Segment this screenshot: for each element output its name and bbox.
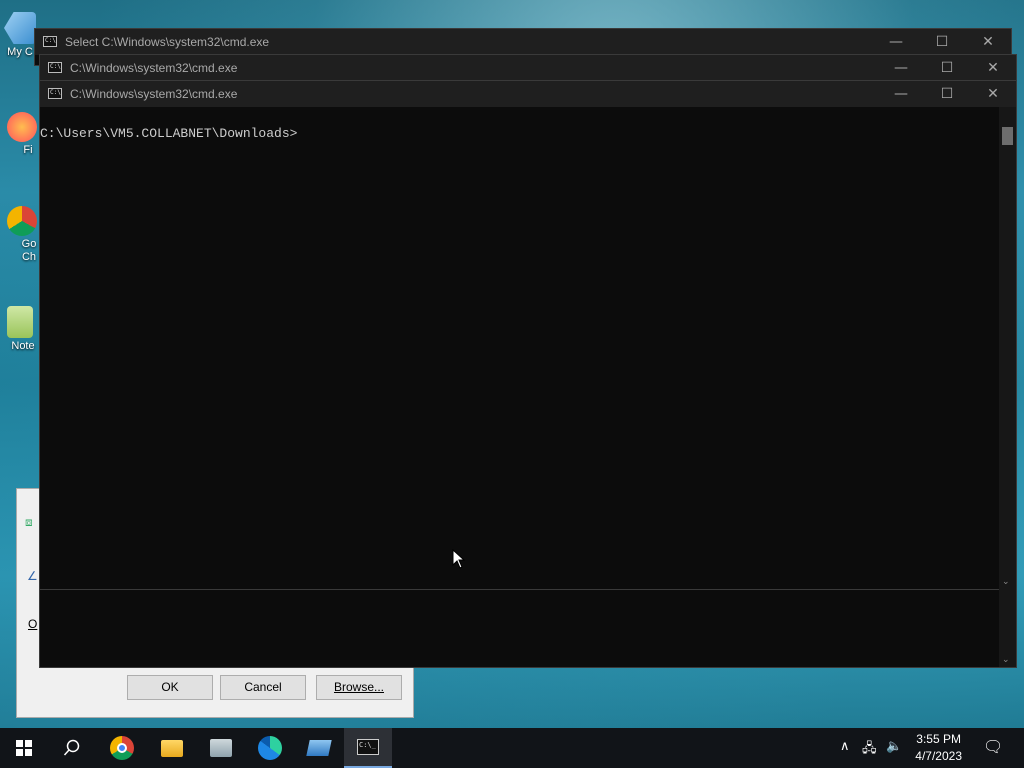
console-scrollbar[interactable]: ⌄ <box>999 107 1016 589</box>
console-prompt: C:\Users\VM5.COLLABNET\Downloads> <box>40 126 298 141</box>
desktop-icon-label: Fi <box>23 144 33 156</box>
cmd-icon: C:\ <box>43 36 57 47</box>
desktop-icon-google-chrome[interactable]: Go Ch <box>2 206 42 264</box>
dialog-partial-link[interactable]: O <box>28 617 37 631</box>
mouse-cursor-icon <box>452 549 466 569</box>
cmd-icon: C:\_ <box>357 739 379 755</box>
desktop-icon-firefox[interactable]: Fi <box>2 112 42 156</box>
dialog-icon: ∠ <box>27 569 38 583</box>
titlebar[interactable]: C:\ C:\Windows\system32\cmd.exe — ☐ ✕ <box>40 55 1016 81</box>
chrome-icon <box>110 736 134 760</box>
taskbar-remote-desktop[interactable] <box>295 728 343 768</box>
start-button[interactable] <box>0 728 48 768</box>
close-button[interactable]: ✕ <box>970 55 1016 81</box>
minimize-button[interactable]: — <box>878 55 924 81</box>
scroll-down-arrow[interactable]: ⌄ <box>1002 577 1010 587</box>
cmd-window-active[interactable]: C:\ C:\Windows\system32\cmd.exe — ☐ ✕ C:… <box>39 80 1017 668</box>
titlebar[interactable]: C:\ C:\Windows\system32\cmd.exe — ☐ ✕ <box>40 81 1016 107</box>
notification-icon[interactable]: 🗨 <box>983 737 1003 756</box>
ok-button[interactable]: OK <box>127 675 213 700</box>
computer-icon <box>4 12 36 44</box>
chevron-up-icon[interactable]: ∧ <box>840 739 850 754</box>
scroll-down-arrow[interactable]: ⌄ <box>1002 655 1010 665</box>
lower-pane-scrollbar[interactable]: ⌄ <box>999 589 1016 667</box>
desktop-icon-notepad[interactable]: Note <box>0 306 40 352</box>
clock-time: 3:55 PM <box>916 732 961 746</box>
remote-desktop-icon <box>306 740 332 756</box>
clock-date: 4/7/2023 <box>915 749 962 763</box>
maximize-button[interactable]: ☐ <box>919 29 965 55</box>
taskbar-file-explorer[interactable] <box>148 728 196 768</box>
console-area[interactable]: C:\Users\VM5.COLLABNET\Downloads> <box>40 107 999 589</box>
cmd-icon: C:\ <box>48 88 62 99</box>
network-icon[interactable]: 🖧 <box>862 739 877 761</box>
minimize-button[interactable]: — <box>878 81 924 107</box>
minimize-button[interactable]: — <box>873 29 919 55</box>
clock[interactable]: 3:55 PM 4/7/2023 <box>915 731 962 765</box>
cancel-button[interactable]: Cancel <box>220 675 306 700</box>
browse-button[interactable]: Browse... <box>316 675 402 700</box>
taskbar: C:\_ ∧ 🖧 🔈 3:55 PM 4/7/2023 🗨 <box>0 728 1024 768</box>
taskbar-cmd[interactable]: C:\_ <box>344 728 392 768</box>
taskbar-chrome[interactable] <box>98 728 146 768</box>
close-button[interactable]: ✕ <box>970 81 1016 107</box>
windows-logo-icon <box>16 740 32 756</box>
edge-icon <box>258 736 282 760</box>
window-title: C:\Windows\system32\cmd.exe <box>70 61 238 75</box>
dialog-icon: ⧈ <box>25 515 33 529</box>
volume-icon[interactable]: 🔈 <box>886 739 902 754</box>
window-title: C:\Windows\system32\cmd.exe <box>70 87 238 101</box>
chrome-icon <box>7 206 37 236</box>
search-button[interactable] <box>48 728 96 768</box>
taskbar-control-panel[interactable] <box>197 728 245 768</box>
taskbar-edge[interactable] <box>246 728 294 768</box>
search-icon <box>63 739 80 756</box>
notepad-icon <box>7 306 33 338</box>
titlebar[interactable]: C:\ Select C:\Windows\system32\cmd.exe —… <box>35 29 1011 55</box>
folder-icon <box>161 739 183 757</box>
cmd-icon: C:\ <box>48 62 62 73</box>
maximize-button[interactable]: ☐ <box>924 81 970 107</box>
firefox-icon <box>7 112 37 142</box>
console-lower-pane[interactable] <box>40 589 999 668</box>
scroll-thumb[interactable] <box>1002 127 1013 145</box>
desktop-icon-label: Note <box>11 340 35 352</box>
control-panel-icon <box>210 739 232 757</box>
maximize-button[interactable]: ☐ <box>924 55 970 81</box>
desktop-icon-label: Go Ch <box>21 238 37 263</box>
close-button[interactable]: ✕ <box>965 29 1011 55</box>
window-title: Select C:\Windows\system32\cmd.exe <box>65 35 270 49</box>
